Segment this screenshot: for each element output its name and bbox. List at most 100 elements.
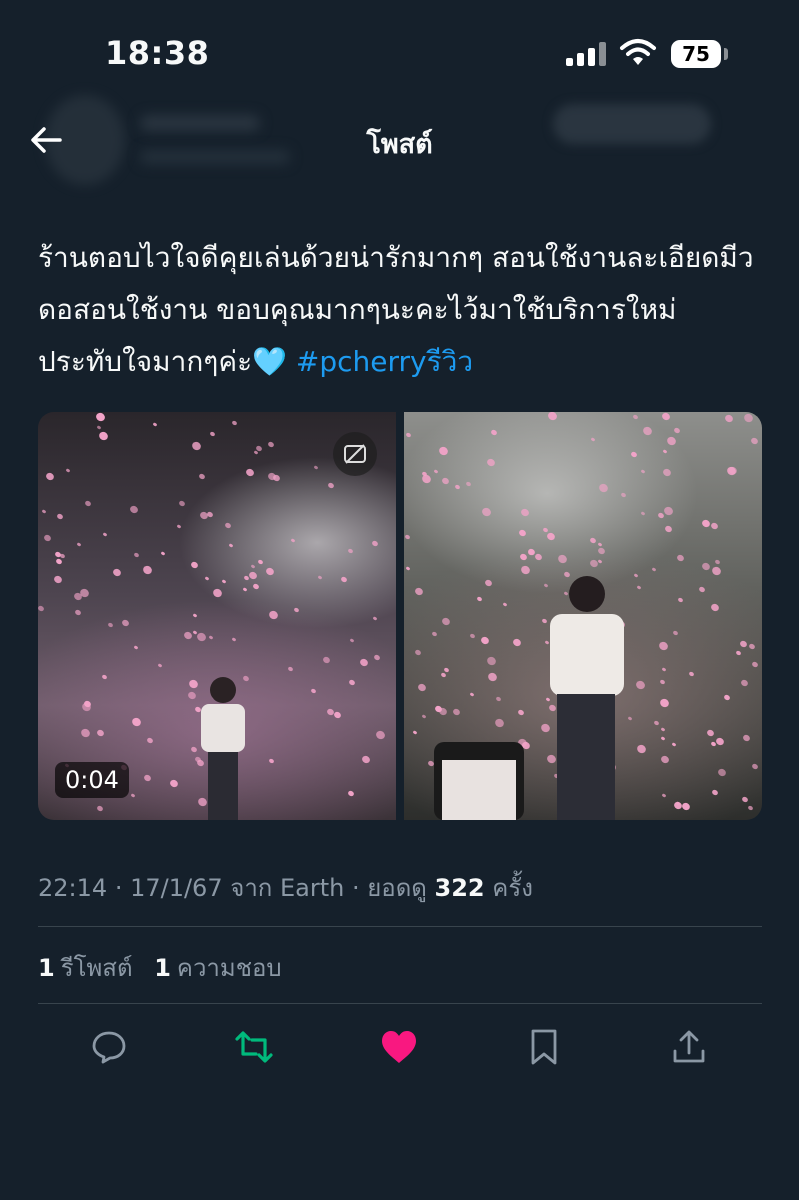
confetti-petal (130, 716, 143, 728)
confetti-petal (349, 638, 355, 643)
confetti-petal (469, 633, 476, 639)
confetti-petal (747, 805, 754, 811)
battery-indicator: 75 (671, 40, 721, 68)
bookmark-icon (531, 1029, 557, 1065)
confetti-petal (405, 432, 412, 438)
confetti-petal (332, 710, 343, 720)
confetti-petal (486, 671, 499, 683)
confetti-petal (662, 449, 668, 454)
confetti-petal (440, 616, 452, 627)
reposts-stat[interactable]: 1 รีโพสต์ (38, 954, 133, 982)
confetti-petal (421, 714, 427, 719)
confetti-petal (751, 762, 759, 771)
confetti-petal (182, 630, 194, 641)
photo-thumbnail[interactable] (404, 412, 762, 820)
confetti-petal (264, 566, 276, 577)
views-label: ยอดดู (367, 874, 427, 902)
confetti-petal (596, 546, 607, 556)
confetti-petal (133, 552, 140, 558)
confetti-petal (739, 678, 750, 688)
confetti-petal (700, 561, 712, 572)
status-time: 18:38 (105, 34, 210, 72)
confetti-petal (660, 412, 672, 422)
confetti-petal (493, 717, 506, 729)
confetti-petal (517, 708, 525, 717)
bookmark-button[interactable] (517, 1020, 571, 1074)
media-grid: 0:04 (38, 412, 762, 820)
confetti-petal (663, 524, 674, 534)
confetti-petal (677, 597, 684, 603)
confetti-petal (661, 467, 673, 478)
confetti-petal (42, 533, 53, 543)
confetti-petal (160, 551, 166, 556)
post-meta: 22:14 · 17/1/67 จาก Earth · ยอดดู 322 คร… (38, 874, 533, 902)
confetti-petal (84, 499, 92, 508)
confetti-petal (97, 430, 110, 442)
post-source[interactable]: Earth (280, 874, 344, 902)
confetti-petal (589, 536, 597, 545)
confetti-petal (705, 728, 716, 738)
video-thumbnail[interactable]: 0:04 (38, 412, 396, 820)
reply-button[interactable] (82, 1020, 136, 1074)
confetti-petal (107, 622, 114, 628)
post-date: 17/1/67 (130, 874, 223, 902)
confetti-petal (433, 469, 439, 474)
confetti-petal (290, 538, 296, 543)
repost-icon (235, 1031, 273, 1063)
confetti-petal (413, 586, 425, 597)
confetti-petal (204, 576, 210, 581)
confetti-petal (102, 532, 108, 537)
confetti-petal (189, 560, 200, 570)
performer-figure (201, 677, 245, 820)
confetti-petal (372, 616, 378, 621)
confetti-petal (244, 467, 256, 478)
cc-icon[interactable] (333, 432, 377, 476)
source-prefix: จาก (230, 874, 273, 902)
cellular-signal-icon (566, 42, 608, 66)
confetti-petal (373, 653, 381, 662)
confetti-petal (519, 564, 532, 576)
confetti-petal (711, 788, 719, 797)
like-icon (382, 1031, 416, 1063)
confetti-petal (597, 542, 603, 547)
confetti-petal (688, 671, 695, 677)
performer-figure (550, 576, 624, 820)
confetti-petal (483, 578, 494, 588)
confetti-petal (709, 521, 720, 531)
confetti-petal (653, 720, 660, 726)
confetti-petal (416, 682, 428, 693)
confetti-petal (65, 468, 71, 473)
confetti-petal (142, 773, 153, 783)
confetti-petal (590, 437, 596, 442)
video-duration: 0:04 (55, 762, 129, 798)
likes-stat[interactable]: 1 ความชอบ (154, 954, 281, 982)
confetti-petal (465, 481, 472, 487)
confetti-petal (443, 667, 450, 673)
confetti-petal (190, 440, 203, 452)
confetti-petal (176, 524, 182, 529)
confetti-petal (94, 412, 107, 423)
confetti-petal (358, 657, 370, 668)
confetti-petal (437, 445, 450, 457)
confetti-petal (257, 559, 264, 565)
confetti-petal (630, 450, 638, 459)
repost-button[interactable] (227, 1020, 281, 1074)
confetti-petal (209, 431, 216, 437)
like-button[interactable] (372, 1020, 426, 1074)
confetti-petal (221, 579, 227, 584)
confetti-petal (133, 645, 139, 650)
confetti-petal (662, 505, 675, 517)
confetti-petal (317, 575, 323, 580)
confetti-petal (661, 667, 667, 672)
confetti-petal (79, 727, 92, 739)
confetti-petal (659, 754, 671, 765)
confetti-petal (672, 630, 679, 636)
confetti-petal (640, 511, 646, 516)
share-icon (673, 1030, 705, 1063)
confetti-petal (658, 697, 671, 709)
confetti-petal (293, 607, 300, 613)
share-button[interactable] (662, 1020, 716, 1074)
confetti-petal (495, 696, 502, 702)
hashtag-link[interactable]: #pcherryรีวิว (296, 345, 473, 378)
confetti-petal (518, 552, 529, 562)
